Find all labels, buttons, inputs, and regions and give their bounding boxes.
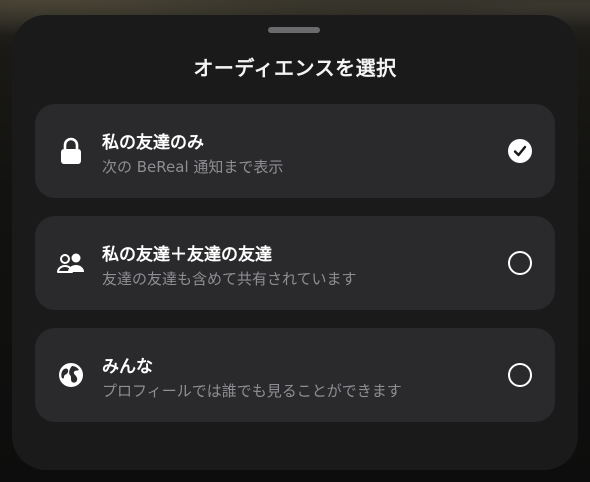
option-subtitle: 次の BeReal 通知まで表示 [102,158,284,176]
option-title: 私の友達＋友達の友達 [102,245,272,265]
option-subtitle: 友達の友達も含めて共有されています [102,270,357,288]
globe-icon [55,359,87,391]
audience-option-friends-only[interactable]: 私の友達のみ 次の BeReal 通知まで表示 [35,104,555,198]
audience-option-friends-of-friends[interactable]: 私の友達＋友達の友達 友達の友達も含めて共有されています [35,216,555,310]
radio-unselected[interactable] [508,363,532,387]
option-subtitle: プロフィールでは誰でも見ることができます [102,382,402,400]
lock-icon [55,135,87,167]
checkmark-icon [513,145,527,157]
option-title: みんな [102,357,153,377]
sheet-title: オーディエンスを選択 [193,56,397,80]
sheet-grabber-handle[interactable] [268,27,320,33]
option-title: 私の友達のみ [102,133,204,153]
friends-icon [55,247,87,279]
radio-selected[interactable] [508,139,532,163]
radio-unselected[interactable] [508,251,532,275]
audience-option-everyone[interactable]: みんな プロフィールでは誰でも見ることができます [35,328,555,422]
